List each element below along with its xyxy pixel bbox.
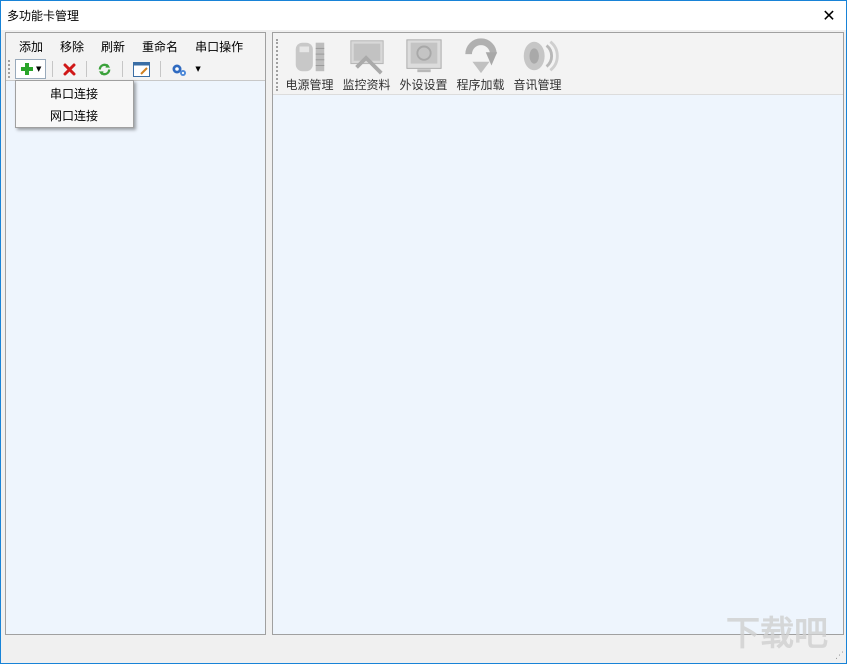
refresh-icon — [99, 63, 111, 75]
function-ribbon: 电源管理 监控资料 外设设置 程序加载 音讯管理 — [273, 33, 843, 95]
toolbar-separator — [86, 61, 88, 77]
toolbar-grip[interactable] — [8, 60, 11, 78]
peripheral-settings-button[interactable]: 外设设置 — [395, 37, 452, 93]
peripheral-icon — [405, 39, 442, 73]
ribbon-grip[interactable] — [276, 39, 278, 91]
ribbon-label: 电源管理 — [285, 78, 334, 92]
menu-refresh[interactable]: 刷新 — [97, 35, 133, 55]
settings-icon — [172, 64, 187, 76]
add-dropdown-button[interactable]: ▼ — [15, 59, 47, 79]
program-load-button[interactable]: 程序加载 — [452, 37, 509, 93]
monitor-icon — [349, 40, 384, 75]
ribbon-label: 监控资料 — [342, 78, 391, 92]
window-icon — [133, 61, 151, 77]
add-icon — [21, 63, 33, 75]
power-management-button[interactable]: 电源管理 — [281, 37, 338, 93]
speaker-icon — [523, 40, 559, 72]
menu-remove[interactable]: 移除 — [56, 35, 92, 55]
delete-button[interactable] — [59, 59, 80, 79]
toolbar: ▼ ▼ — [8, 58, 205, 80]
watermark: 下载吧 — [726, 614, 828, 654]
load-icon — [464, 38, 497, 74]
title-bar: 多功能卡管理 ✕ — [1, 1, 846, 30]
power-icon — [295, 42, 324, 72]
audio-management-button[interactable]: 音讯管理 — [509, 37, 566, 93]
toolbar-separator — [52, 61, 54, 77]
toolbar-separator — [122, 61, 124, 77]
settings-dropdown-button[interactable]: ▼ — [167, 59, 204, 79]
window-button[interactable] — [129, 59, 154, 79]
close-button[interactable]: ✕ — [812, 1, 846, 30]
menu-item-serial-connect[interactable]: 串口连接 — [16, 81, 133, 103]
device-panel-header: 添加 移除 刷新 重命名 串口操作 ▼ ▼ — [6, 33, 265, 81]
resize-grip[interactable]: ⋰ — [835, 651, 844, 661]
menu-serial-ops[interactable]: 串口操作 — [191, 35, 251, 55]
ribbon-label: 程序加载 — [456, 78, 505, 92]
menu-add[interactable]: 添加 — [6, 35, 51, 55]
ribbon-label: 音讯管理 — [513, 78, 562, 92]
toolbar-separator — [160, 61, 162, 77]
chevron-down-icon: ▼ — [195, 65, 201, 73]
monitor-data-button[interactable]: 监控资料 — [338, 37, 395, 93]
menu-item-network-connect[interactable]: 网口连接 — [16, 103, 133, 125]
menu-rename[interactable]: 重命名 — [138, 35, 186, 55]
refresh-button[interactable] — [93, 59, 116, 79]
app-window: 多功能卡管理 ✕ 添加 移除 刷新 重命名 串口操作 ▼ ▼ 串口连接 网口连接… — [0, 0, 847, 664]
delete-icon — [63, 63, 76, 75]
menu-bar: 添加 移除 刷新 重命名 串口操作 — [6, 35, 251, 55]
close-icon: ✕ — [822, 6, 836, 25]
window-title: 多功能卡管理 — [7, 9, 80, 23]
content-panel: 电源管理 监控资料 外设设置 程序加载 音讯管理 — [272, 32, 844, 635]
ribbon-label: 外设设置 — [399, 78, 448, 92]
add-dropdown-menu: 串口连接 网口连接 — [15, 80, 134, 128]
chevron-down-icon: ▼ — [36, 65, 42, 73]
